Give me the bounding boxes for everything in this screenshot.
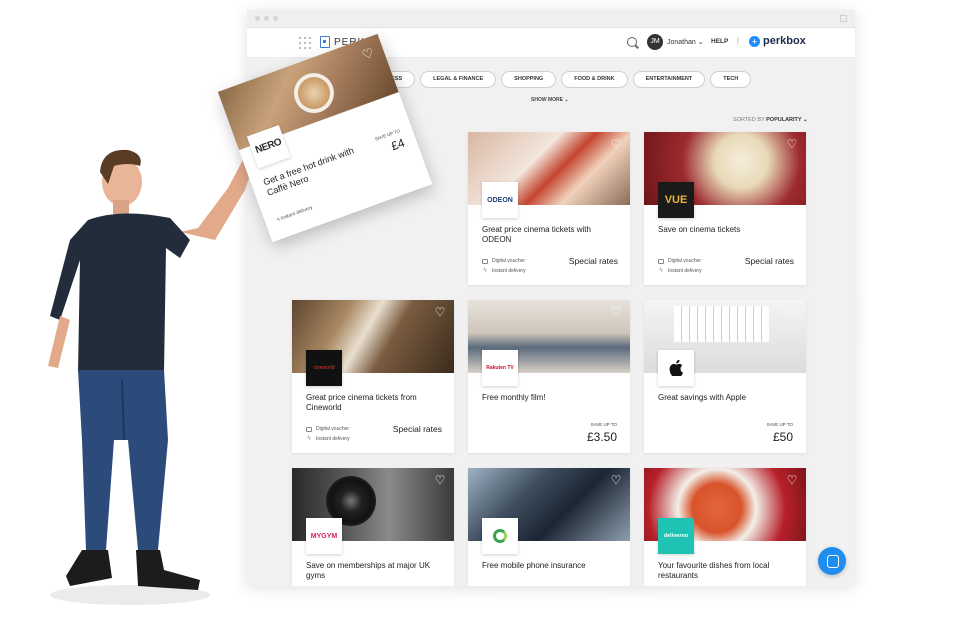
insurance-logo xyxy=(482,518,518,554)
perk-card-odeon[interactable]: ♡ ODEON Great price cinema tickets with … xyxy=(468,132,630,285)
apple-icon xyxy=(669,360,683,376)
perk-card-apple[interactable]: ♡ Great savings with Apple SAVE UP TO £5… xyxy=(644,300,806,453)
show-more-button[interactable]: SHOW MORE ⌄ xyxy=(531,97,569,103)
price: £50 xyxy=(772,430,793,444)
category-pill[interactable]: SHOPPING xyxy=(501,71,557,88)
avatar[interactable]: JM xyxy=(647,34,663,50)
card-title: Great price cinema tickets with ODEON xyxy=(482,225,591,244)
meta-text: Digital voucher xyxy=(492,258,526,264)
category-pill[interactable]: LEGAL & FINANCE xyxy=(420,71,497,88)
card-title: Your favourite dishes from local restaur… xyxy=(658,561,770,580)
heart-icon[interactable]: ♡ xyxy=(434,306,446,318)
heart-icon[interactable]: ♡ xyxy=(610,474,622,486)
card-title: Free monthly film! xyxy=(482,393,546,402)
meta-text: Instant delivery xyxy=(668,268,702,274)
title-bar xyxy=(247,10,855,28)
category-pill[interactable]: ENTERTAINMENT xyxy=(632,71,706,88)
bolt-icon: ϟ xyxy=(307,436,311,442)
brand-logo: Rakuten TV xyxy=(482,350,518,386)
card-title: Great savings with Apple xyxy=(658,393,747,402)
card-title: Free mobile phone insurance xyxy=(482,561,586,570)
card-title: Great price cinema tickets from Cineworl… xyxy=(306,393,417,412)
meta-text: Instant delivery xyxy=(492,268,526,274)
person-illustration xyxy=(48,149,255,605)
heart-icon[interactable]: ♡ xyxy=(786,306,798,318)
delivery-meta: ϟ Instant delivery xyxy=(276,205,313,224)
help-link[interactable]: HELP xyxy=(711,38,728,45)
perk-card-rakuten[interactable]: ♡ Rakuten TV Free monthly film! SAVE UP … xyxy=(468,300,630,453)
brand-logo: deliveroo xyxy=(658,518,694,554)
perkbox-logo[interactable]: + perkbox xyxy=(749,35,806,47)
perk-card-cineworld[interactable]: ♡ cineworld Great price cinema tickets f… xyxy=(292,300,454,453)
price: £3.50 xyxy=(586,430,617,444)
price: £4 xyxy=(389,135,407,154)
window-controls[interactable] xyxy=(255,16,278,21)
apps-grid-icon[interactable] xyxy=(299,37,311,49)
heart-icon[interactable]: ♡ xyxy=(786,138,798,150)
stage: PERKS JM Jonathan ⌄ HELP | + perkbox HEA… xyxy=(0,0,960,628)
sort-dropdown[interactable]: SORTED BY POPULARITY ⌄ xyxy=(733,117,808,123)
sort-prefix: SORTED BY xyxy=(733,117,765,123)
meta-text: Instant delivery xyxy=(316,436,350,442)
card-title: Save on memberships at major UK gyms xyxy=(306,561,431,580)
meta-text: Digital voucher xyxy=(668,258,702,264)
perk-card-insurance[interactable]: ♡ Free mobile phone insurance xyxy=(468,468,630,586)
rate-label: Special rates xyxy=(392,424,442,434)
nav-divider: | xyxy=(737,38,739,45)
heart-icon[interactable]: ♡ xyxy=(434,474,446,486)
voucher-icon xyxy=(306,426,312,432)
sort-value: POPULARITY ⌄ xyxy=(766,117,808,123)
voucher-meta: Digital voucher xyxy=(658,258,701,264)
search-icon[interactable] xyxy=(627,37,637,47)
card-title: Save on cinema tickets xyxy=(658,225,741,234)
voucher-icon xyxy=(482,258,488,264)
meta-text: Digital voucher xyxy=(316,426,350,432)
voucher-meta: Digital voucher xyxy=(482,258,525,264)
delivery-meta: ϟ Instant delivery xyxy=(306,436,350,442)
heart-icon[interactable]: ♡ xyxy=(610,306,622,318)
category-pill[interactable]: TECH xyxy=(710,71,752,88)
voucher-meta: Digital voucher xyxy=(306,426,349,432)
perks-box-icon xyxy=(320,36,330,48)
rate-label: Special rates xyxy=(568,256,618,266)
coffee-cup-illustration xyxy=(288,67,340,119)
chat-launcher-icon[interactable] xyxy=(818,547,846,575)
voucher-icon xyxy=(658,258,664,264)
save-up-label: SAVE UP TO xyxy=(590,422,617,427)
brand-logo: VUE xyxy=(658,182,694,218)
insurance-ring-icon xyxy=(493,529,507,543)
brand-logo: ODEON xyxy=(482,182,518,218)
window-maximize-icon[interactable] xyxy=(840,15,847,22)
bolt-icon: ϟ xyxy=(659,268,663,274)
perk-card-deliveroo[interactable]: ♡ deliveroo Your favourite dishes from l… xyxy=(644,468,806,586)
delivery-meta: ϟ Instant delivery xyxy=(482,268,526,274)
brand-logo: MYGYM xyxy=(306,518,342,554)
bolt-icon: ϟ xyxy=(483,268,487,274)
save-up-label: SAVE UP TO xyxy=(766,422,793,427)
perkbox-badge-icon: + xyxy=(749,35,760,47)
perk-card-mygym[interactable]: ♡ MYGYM Save on memberships at major UK … xyxy=(292,468,454,586)
meta-text: Instant delivery xyxy=(280,204,314,222)
rate-label: Special rates xyxy=(744,256,794,266)
apple-logo xyxy=(658,350,694,386)
partner-name: perkbox xyxy=(763,35,806,47)
heart-icon[interactable]: ♡ xyxy=(786,474,798,486)
brand-logo: cineworld xyxy=(306,350,342,386)
perk-card-vue[interactable]: ♡ VUE Save on cinema tickets Digital vou… xyxy=(644,132,806,285)
delivery-meta: ϟ Instant delivery xyxy=(658,268,702,274)
category-pill[interactable]: FOOD & DRINK xyxy=(561,71,628,88)
keyboard-illustration xyxy=(674,306,769,342)
heart-icon[interactable]: ♡ xyxy=(610,138,622,150)
user-menu[interactable]: Jonathan ⌄ xyxy=(667,38,704,46)
